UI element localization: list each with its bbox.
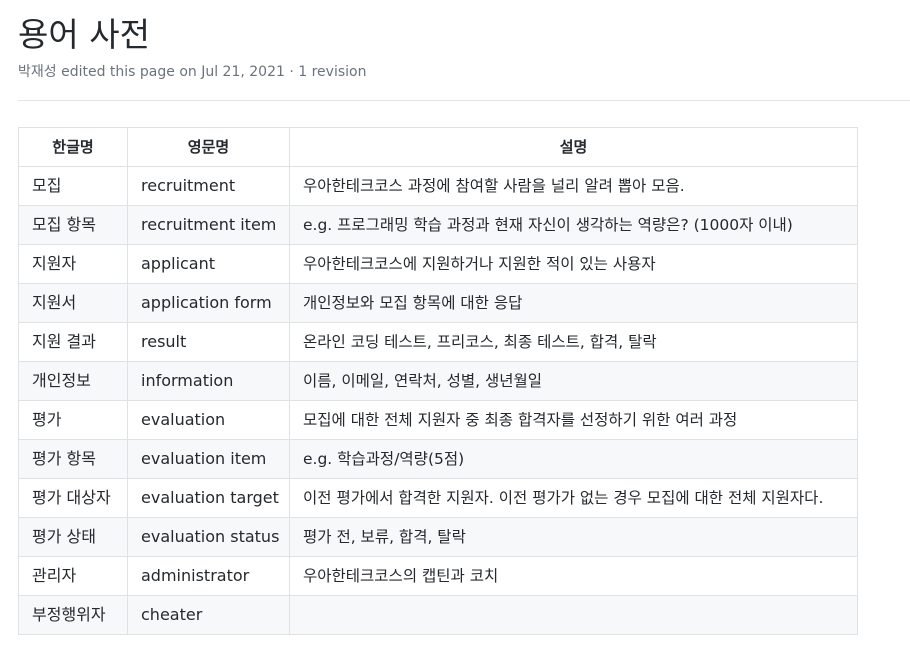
cell-description: 우아한테크코스에 지원하거나 지원한 적이 있는 사용자 [289, 244, 858, 284]
table-row: 지원 결과 result 온라인 코딩 테스트, 프리코스, 최종 테스트, 합… [18, 322, 858, 362]
cell-description: 온라인 코딩 테스트, 프리코스, 최종 테스트, 합격, 탈락 [289, 322, 858, 362]
cell-english: evaluation [127, 400, 290, 440]
cell-korean: 평가 대상자 [18, 478, 128, 518]
cell-description: 우아한테크코스의 캡틴과 코치 [289, 556, 858, 596]
column-header-korean: 한글명 [18, 127, 128, 167]
glossary-table: 한글명 영문명 설명 모집 recruitment 우아한테크코스 과정에 참여… [18, 127, 858, 635]
cell-english: cheater [127, 595, 290, 635]
cell-korean: 모집 항목 [18, 205, 128, 245]
table-row: 개인정보 information 이름, 이메일, 연락처, 성별, 생년월일 [18, 361, 858, 401]
cell-english: evaluation item [127, 439, 290, 479]
cell-description: 이름, 이메일, 연락처, 성별, 생년월일 [289, 361, 858, 401]
cell-description: 우아한테크코스 과정에 참여할 사람을 널리 알려 뽑아 모음. [289, 166, 858, 206]
cell-english: recruitment item [127, 205, 290, 245]
table-row: 평가 상태 evaluation status 평가 전, 보류, 합격, 탈락 [18, 517, 858, 557]
cell-korean: 평가 상태 [18, 517, 128, 557]
cell-korean: 지원 결과 [18, 322, 128, 362]
cell-english: application form [127, 283, 290, 323]
cell-korean: 개인정보 [18, 361, 128, 401]
cell-english: information [127, 361, 290, 401]
page-title: 용어 사전 [18, 15, 150, 54]
cell-description: 모집에 대한 전체 지원자 중 최종 합격자를 선정하기 위한 여러 과정 [289, 400, 858, 440]
page-revision-meta: 박재성 edited this page on Jul 21, 2021 · 1… [18, 64, 367, 80]
cell-description [289, 595, 858, 635]
header-divider [18, 100, 910, 101]
table-row: 평가 대상자 evaluation target 이전 평가에서 합격한 지원자… [18, 478, 858, 518]
table-header-row: 한글명 영문명 설명 [18, 127, 858, 167]
cell-english: result [127, 322, 290, 362]
cell-english: administrator [127, 556, 290, 596]
column-header-english: 영문명 [127, 127, 290, 167]
cell-english: evaluation status [127, 517, 290, 557]
cell-description: 평가 전, 보류, 합격, 탈락 [289, 517, 858, 557]
cell-korean: 지원서 [18, 283, 128, 323]
table-row: 모집 항목 recruitment item e.g. 프로그래밍 학습 과정과… [18, 205, 858, 245]
cell-english: evaluation target [127, 478, 290, 518]
cell-korean: 지원자 [18, 244, 128, 284]
cell-korean: 평가 [18, 400, 128, 440]
cell-korean: 평가 항목 [18, 439, 128, 479]
table-row: 관리자 administrator 우아한테크코스의 캡틴과 코치 [18, 556, 858, 596]
cell-korean: 부정행위자 [18, 595, 128, 635]
wiki-page: 용어 사전 박재성 edited this page on Jul 21, 20… [0, 0, 910, 665]
cell-description: e.g. 프로그래밍 학습 과정과 현재 자신이 생각하는 역량은? (1000… [289, 205, 858, 245]
cell-korean: 모집 [18, 166, 128, 206]
table-row: 평가 항목 evaluation item e.g. 학습과정/역량(5점) [18, 439, 858, 479]
column-header-description: 설명 [289, 127, 858, 167]
cell-description: e.g. 학습과정/역량(5점) [289, 439, 858, 479]
cell-description: 이전 평가에서 합격한 지원자. 이전 평가가 없는 경우 모집에 대한 전체 … [289, 478, 858, 518]
cell-english: applicant [127, 244, 290, 284]
table-row: 모집 recruitment 우아한테크코스 과정에 참여할 사람을 널리 알려… [18, 166, 858, 206]
table-row: 평가 evaluation 모집에 대한 전체 지원자 중 최종 합격자를 선정… [18, 400, 858, 440]
cell-korean: 관리자 [18, 556, 128, 596]
table-row: 부정행위자 cheater [18, 595, 858, 635]
table-row: 지원서 application form 개인정보와 모집 항목에 대한 응답 [18, 283, 858, 323]
cell-english: recruitment [127, 166, 290, 206]
cell-description: 개인정보와 모집 항목에 대한 응답 [289, 283, 858, 323]
table-row: 지원자 applicant 우아한테크코스에 지원하거나 지원한 적이 있는 사… [18, 244, 858, 284]
